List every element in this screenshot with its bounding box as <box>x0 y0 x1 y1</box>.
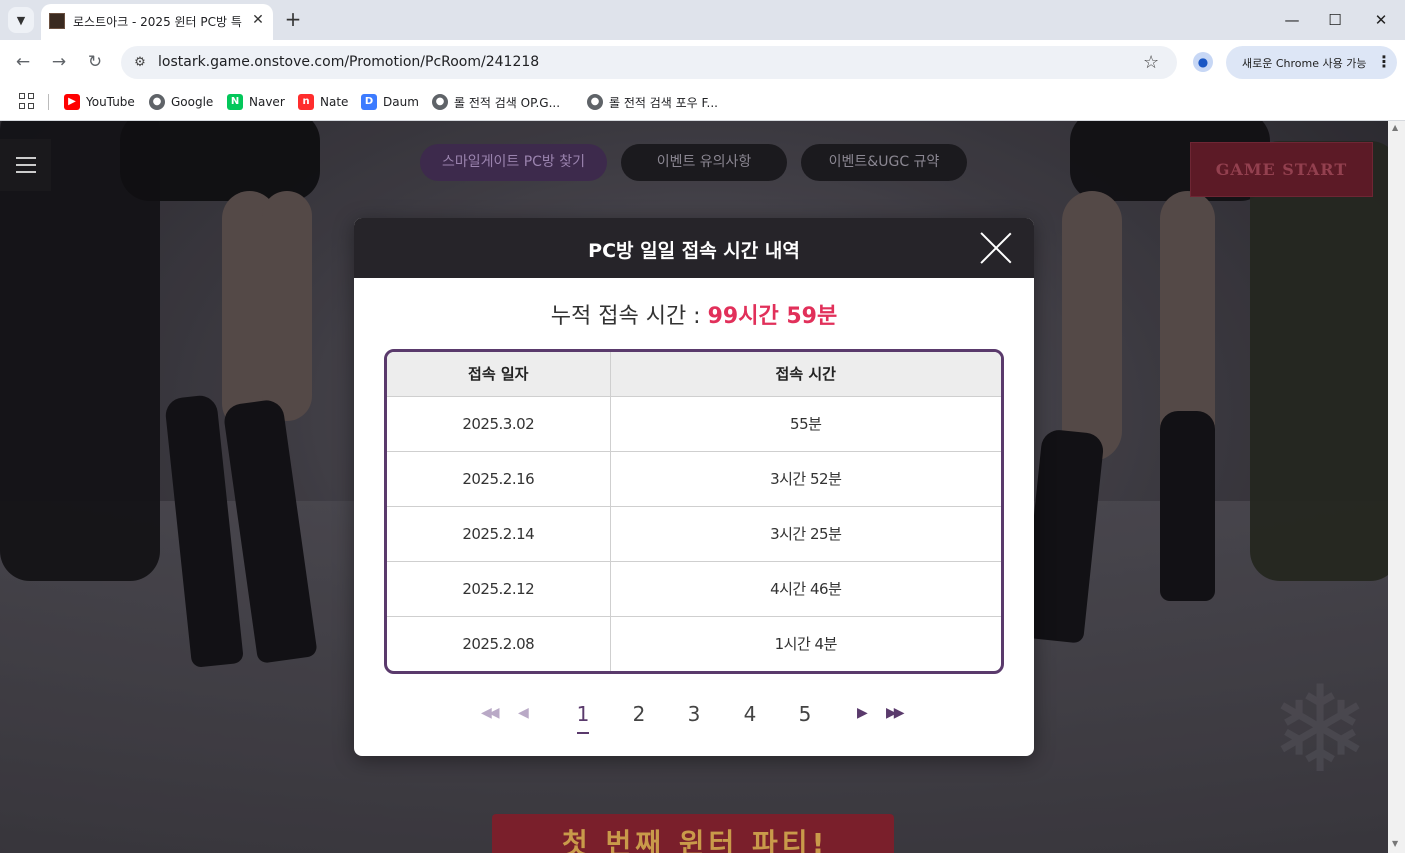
total-time-value: 99시간 59분 <box>707 304 838 329</box>
tab-strip: ▼ 로스트아크 - 2025 윈터 PC방 특 ✕ + — ☐ ✕ <box>0 0 1405 40</box>
bookmark-item[interactable]: ● 롤 전적 검색 OP.G... <box>432 92 560 112</box>
modal-header: PC방 일일 접속 시간 내역 <box>354 218 1034 278</box>
profile-avatar-icon[interactable]: ● <box>1193 52 1213 72</box>
bookmark-label: Nate <box>320 95 349 109</box>
globe-icon: ● <box>432 94 448 110</box>
hamburger-menu-icon[interactable] <box>0 139 51 191</box>
nate-icon: n <box>298 94 314 110</box>
close-icon[interactable] <box>978 230 1014 266</box>
duration-cell: 3시간 25분 <box>610 506 1001 562</box>
date-cell: 2025.2.14 <box>387 506 611 562</box>
address-bar[interactable]: ⚙ lostark.game.onstove.com/Promotion/PcR… <box>121 46 1177 79</box>
minimize-button[interactable]: — <box>1277 8 1307 32</box>
globe-icon: ● <box>587 94 603 110</box>
bookmark-label: Google <box>171 95 214 109</box>
table-row: 2025.2.12 4시간 46분 <box>387 561 1001 617</box>
scroll-down-icon[interactable]: ▼ <box>1392 839 1398 848</box>
active-tab[interactable]: 로스트아크 - 2025 윈터 PC방 특 ✕ <box>41 4 273 40</box>
duration-cell: 55분 <box>610 396 1001 452</box>
url-text[interactable]: lostark.game.onstove.com/Promotion/PcRoo… <box>158 54 539 70</box>
bookmark-item[interactable]: ● Google <box>149 92 213 112</box>
page-number-link[interactable]: 3 <box>682 702 706 726</box>
scroll-up-icon[interactable]: ▲ <box>1392 123 1398 132</box>
chrome-update-button[interactable]: 새로운 Chrome 사용 가능 ⋮ <box>1226 46 1397 79</box>
first-page-icon[interactable]: ◀◀ <box>481 705 499 721</box>
site-info-icon[interactable]: ⚙ <box>131 54 149 72</box>
page-viewport: ❄ 스마일게이트 PC방 찾기 이벤트 유의사항 이벤트&UGC 규약 GAME… <box>0 121 1405 853</box>
last-page-icon[interactable]: ▶▶ <box>886 705 904 721</box>
bookmarks-divider <box>48 94 49 110</box>
bookmarks-bar: ▶ YouTube ● Google N Naver n Nate D Daum ● 롤 전적 검색 … <box>0 84 1405 121</box>
next-page-icon[interactable]: ▶ <box>857 705 868 721</box>
total-time-label: 누적 접속 시간 : <box>550 304 708 329</box>
bookmark-item[interactable]: ▶ YouTube <box>64 92 135 112</box>
bookmark-item[interactable]: N Naver <box>227 92 285 112</box>
back-arrow-icon[interactable]: ← <box>12 51 34 73</box>
apps-grid-icon[interactable] <box>19 93 35 109</box>
page-number-link[interactable]: 1 <box>571 702 595 734</box>
event-notice-button[interactable]: 이벤트 유의사항 <box>621 144 787 181</box>
table-header-row: 접속 일자 접속 시간 <box>387 352 1001 397</box>
bookmark-star-icon[interactable]: ☆ <box>1143 52 1159 73</box>
column-header-time: 접속 시간 <box>610 352 1001 397</box>
lostark-favicon-icon <box>49 13 65 29</box>
naver-icon: N <box>227 94 243 110</box>
chrome-update-label: 새로운 Chrome 사용 가능 <box>1242 57 1367 70</box>
winter-party-banner: 첫 번째 윈터 파티! <box>492 814 894 853</box>
modal-title: PC방 일일 접속 시간 내역 <box>588 240 800 262</box>
table-row: 2025.2.08 1시간 4분 <box>387 616 1001 671</box>
pagination: ◀◀ ◀ 1 2 3 4 5 ▶ ▶▶ <box>354 702 1034 736</box>
pcroom-search-button[interactable]: 스마일게이트 PC방 찾기 <box>420 144 607 181</box>
pcroom-history-modal: PC방 일일 접속 시간 내역 누적 접속 시간 : 99시간 59분 접속 일… <box>354 218 1034 756</box>
youtube-icon: ▶ <box>64 94 80 110</box>
table-row: 2025.2.16 3시간 52분 <box>387 451 1001 507</box>
bookmark-label: 롤 전적 검색 OP.G... <box>454 95 561 110</box>
page-number-link[interactable]: 5 <box>793 702 817 726</box>
bookmark-label: YouTube <box>86 95 135 109</box>
reload-icon[interactable]: ↻ <box>84 51 106 73</box>
duration-cell: 3시간 52분 <box>610 451 1001 507</box>
date-cell: 2025.2.16 <box>387 451 611 507</box>
date-cell: 2025.3.02 <box>387 396 611 452</box>
bookmark-item[interactable]: D Daum <box>361 92 419 112</box>
tab-close-icon[interactable]: ✕ <box>249 11 267 29</box>
table-row: 2025.3.02 55분 <box>387 396 1001 452</box>
bookmark-label: Daum <box>383 95 419 109</box>
date-cell: 2025.2.08 <box>387 616 611 671</box>
page-number-link[interactable]: 2 <box>627 702 651 726</box>
event-ugc-terms-button[interactable]: 이벤트&UGC 규약 <box>801 144 967 181</box>
maximize-button[interactable]: ☐ <box>1320 8 1350 32</box>
menu-kebab-icon[interactable]: ⋮ <box>1376 52 1392 71</box>
bookmark-item[interactable]: n Nate <box>298 92 348 112</box>
table-row: 2025.2.14 3시간 25분 <box>387 506 1001 562</box>
tab-search-button[interactable]: ▼ <box>8 7 34 33</box>
column-header-date: 접속 일자 <box>387 352 611 397</box>
duration-cell: 1시간 4분 <box>774 635 838 654</box>
new-tab-button[interactable]: + <box>282 8 304 30</box>
banner-text: 첫 번째 윈터 파티! <box>562 827 829 853</box>
date-cell: 2025.2.12 <box>387 561 611 617</box>
total-time: 누적 접속 시간 : 99시간 59분 <box>354 298 1034 330</box>
window-close-button[interactable]: ✕ <box>1366 8 1396 32</box>
game-start-button[interactable]: GAME START <box>1190 142 1373 197</box>
daum-icon: D <box>361 94 377 110</box>
duration-cell: 4시간 46분 <box>610 561 1001 617</box>
page-scrollbar[interactable]: ▲ ▼ <box>1388 121 1405 853</box>
bookmark-item[interactable]: ● 롤 전적 검색 포우 F... <box>587 92 718 112</box>
history-table: 접속 일자 접속 시간 2025.3.02 55분 2025.2.16 3시간 52분… <box>384 349 1004 674</box>
browser-toolbar: ← → ↻ ⚙ lostark.game.onstove.com/Promoti… <box>0 40 1405 84</box>
page-number-link[interactable]: 4 <box>738 702 762 726</box>
bookmark-label: 롤 전적 검색 포우 F... <box>609 95 718 110</box>
bookmark-label: Naver <box>249 95 285 109</box>
globe-icon: ● <box>149 94 165 110</box>
tab-title: 로스트아크 - 2025 윈터 PC방 특 <box>73 15 242 29</box>
forward-arrow-icon[interactable]: → <box>48 51 70 73</box>
prev-page-icon[interactable]: ◀ <box>518 705 529 721</box>
